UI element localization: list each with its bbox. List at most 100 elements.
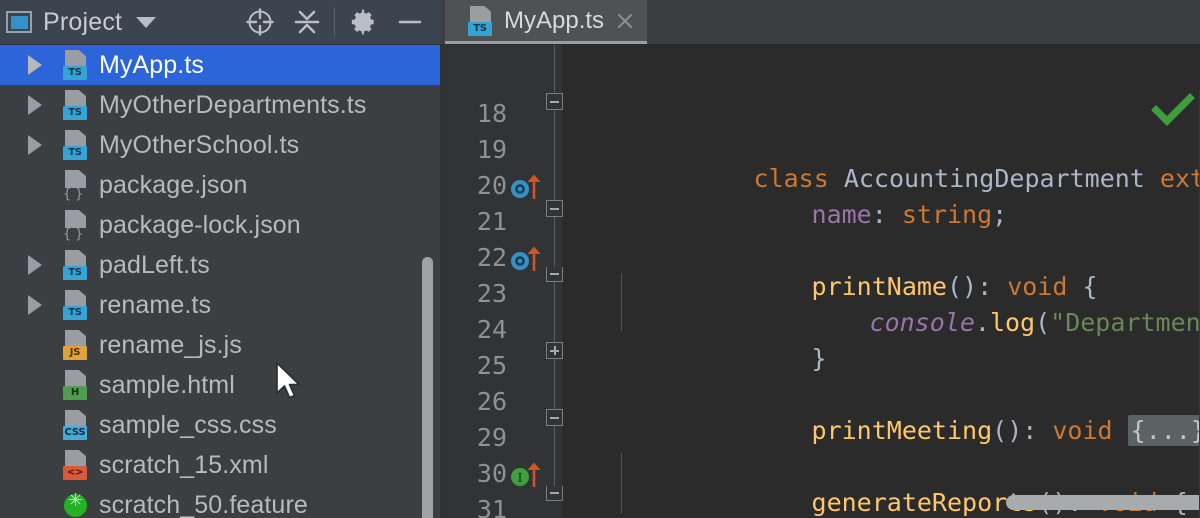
token-semicolon: ; [992,200,1008,229]
tree-row-scratch-15-xml[interactable]: <> scratch_15.xml [0,445,441,485]
token-open-paren: ( [1035,308,1051,337]
indent-guide [621,453,622,513]
fold-line-class-3 [554,359,555,409]
line-number-19: 19 [476,135,507,164]
token-method-printmeeting: printMeeting [811,416,993,445]
fold-line-class-top [554,45,555,93]
code-editor[interactable]: 1819202122232425262930I3132 class Accoun… [441,45,1200,518]
collapse-all-icon[interactable] [283,0,330,45]
project-tool-window: Project TS MyApp.ts TS MyOtherDepartment… [0,0,441,518]
tree-row-myotherdepartments-ts[interactable]: TS MyOtherDepartments.ts [0,85,441,125]
token-colon: : [871,200,902,229]
editor-h-scrollbar[interactable] [1006,495,1200,510]
tree-row-label: rename.ts [99,290,212,319]
line-number-29: 29 [476,423,507,452]
project-panel-icon [6,11,32,33]
xml-badge: <> [63,466,87,480]
expand-arrow-icon[interactable] [28,55,62,75]
editor-tab-myapp-ts[interactable]: TS MyApp.ts [445,0,647,44]
line-number-24: 24 [476,315,507,344]
tree-row-package-json[interactable]: { } package.json [0,165,441,205]
token-signature: (): [992,416,1053,445]
gear-icon[interactable] [339,0,386,45]
tree-row-label: MyOtherDepartments.ts [99,90,367,119]
ts-file-icon: TS [62,290,90,320]
line-number-23: 23 [476,279,507,308]
js-file-icon: JS [62,330,90,360]
ts-badge: TS [63,266,87,280]
tree-row-rename-ts[interactable]: TS rename.ts [0,285,441,325]
fold-toggle-printmeeting[interactable] [546,342,563,359]
line-number-30: 30 [476,459,507,488]
tree-row-sample-html[interactable]: Hsample.html [0,365,441,405]
fold-toggle-generatereports[interactable] [546,409,563,426]
fold-toggle-class[interactable] [546,93,563,110]
js-badge: JS [63,346,87,360]
chevron-down-icon[interactable] [136,16,157,28]
expand-arrow-icon[interactable] [28,295,62,315]
token-type-string: string [901,200,993,229]
folded-region-placeholder[interactable]: {...} [1127,415,1200,446]
file-sheet [65,210,86,228]
h-file-icon: H [62,370,90,400]
project-file-tree[interactable]: TS MyApp.ts TS MyOtherDepartments.ts TS MyOth… [0,45,441,518]
tree-row-label: padLeft.ts [99,250,210,279]
json-file-icon: { } [62,170,90,202]
tree-row-myapp-ts[interactable]: TS MyApp.ts [0,45,441,85]
tree-row-sample-css-css[interactable]: CSS sample_css.css [0,405,441,445]
token-property-name: name [811,200,872,229]
tree-row-scratch-50-feature[interactable]: scratch_50.feature [0,485,441,518]
tree-row-rename-js-js[interactable]: JS rename_js.js [0,325,441,365]
ide-window: Project TS MyApp.ts TS MyOtherDepartment… [0,0,1200,518]
line-number-21: 21 [476,207,507,236]
project-toolbar: Project [0,0,441,45]
token-string-literal: "Department name: " [1050,308,1200,337]
file-sheet [65,170,86,188]
expand-arrow-icon[interactable] [28,95,62,115]
tree-row-label: scratch_15.xml [99,450,269,479]
line-number-25: 25 [476,351,507,380]
cucumber-icon [64,490,87,517]
feature-file-icon [62,490,90,518]
editor-tab-label: MyApp.ts [504,6,605,34]
tree-row-label: sample_css.css [99,410,277,439]
fold-line-generatereports [554,426,555,486]
token-keyword-extends: extends [1159,164,1200,193]
tree-row-myotherschool-ts[interactable]: TS MyOtherSchool.ts [0,125,441,165]
fold-line-class [554,110,555,200]
line-number-31: 31 [476,495,507,518]
ts-badge: TS [468,21,492,36]
token-console: console [869,308,975,337]
toolbar-buttons [236,0,433,45]
fold-line-class-2 [554,282,555,342]
tree-row-package-lock-json[interactable]: { } package-lock.json [0,205,441,245]
token-log: log [989,308,1036,337]
minimize-icon[interactable] [386,0,433,45]
fold-toggle-printname[interactable] [546,200,563,217]
ts-badge: TS [63,106,87,120]
line-number-26: 26 [476,387,507,416]
code-text[interactable]: class AccountingDepartment extends Depar… [563,45,1200,518]
svg-text:I: I [518,471,523,485]
expand-arrow-icon[interactable] [28,135,62,155]
h-badge: H [63,386,87,400]
css-badge: CSS [63,426,87,440]
editor-area: TS MyApp.ts 1819202122232425262930I3132 … [441,0,1200,518]
ts-file-icon: TS [467,5,495,36]
ts-file-icon: TS [62,50,90,80]
ts-badge: TS [63,146,87,160]
checkmark-icon[interactable] [1150,93,1196,127]
locate-icon[interactable] [236,0,283,45]
tree-row-label: package-lock.json [99,210,301,239]
fold-end-printname[interactable] [546,267,563,282]
line-number-22: 22 [476,243,507,272]
ts-file-icon: TS [62,250,90,280]
xml-file-icon: <> [62,450,90,480]
tree-row-padleft-ts[interactable]: TS padLeft.ts [0,245,441,285]
fold-end-generatereports[interactable] [546,486,563,501]
expand-arrow-icon[interactable] [28,255,62,275]
close-icon[interactable] [614,10,636,32]
tree-v-scrollbar[interactable] [422,257,433,518]
fold-line-printname [554,217,555,267]
token-type-void: void [1052,416,1113,445]
